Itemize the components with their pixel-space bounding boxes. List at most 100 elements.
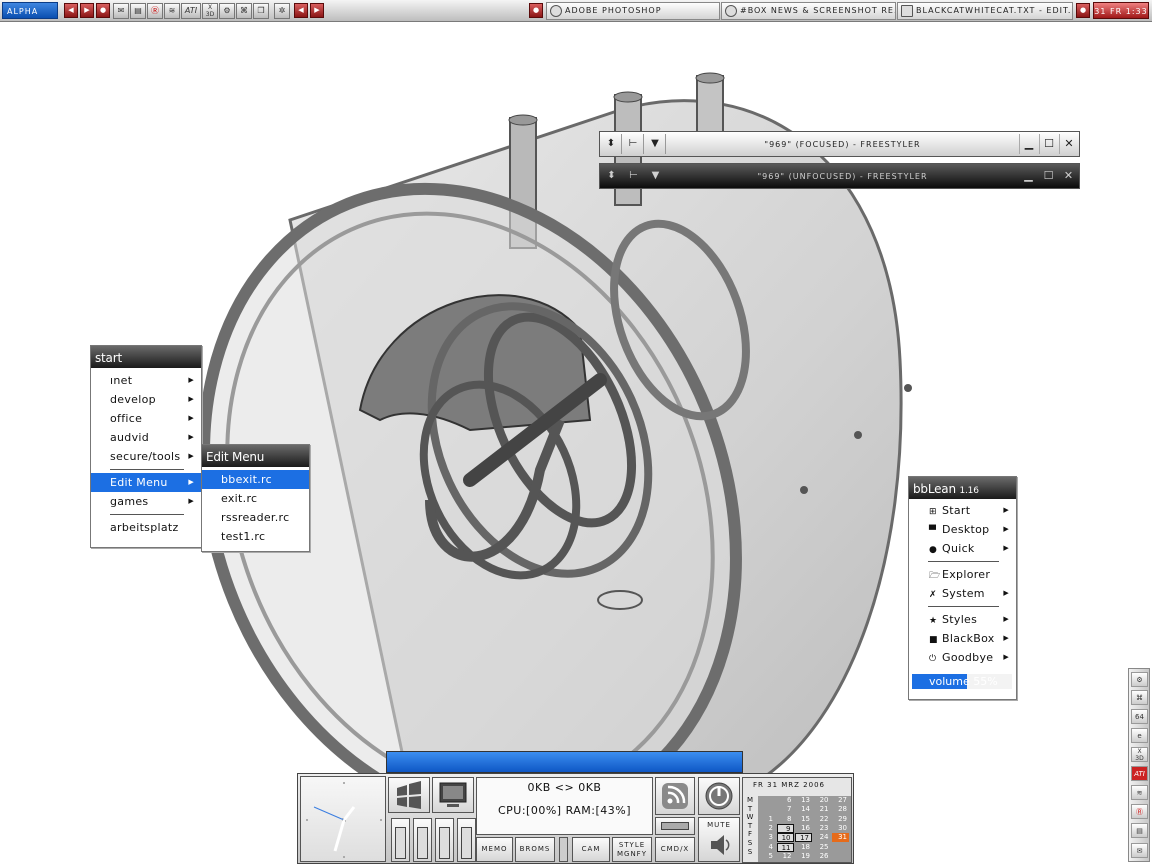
menu-title[interactable]: start bbox=[91, 346, 201, 368]
mute-button[interactable]: MUTE bbox=[698, 817, 740, 862]
ati-icon[interactable]: ATI bbox=[181, 3, 201, 19]
close-button[interactable]: ✕ bbox=[1059, 166, 1079, 186]
menu-title[interactable]: bbLean 1.16 bbox=[909, 477, 1016, 499]
menu-item-audvid[interactable]: audvid ▶ bbox=[91, 428, 201, 447]
avira-icon[interactable]: Ⓡ bbox=[1131, 804, 1148, 819]
menu-item-rssreader[interactable]: rssreader.rc bbox=[202, 508, 309, 527]
menu-title[interactable]: Edit Menu bbox=[202, 445, 309, 467]
calendar-day-cell[interactable]: 9 bbox=[776, 823, 794, 833]
calendar-day-cell[interactable]: 2 bbox=[758, 824, 775, 833]
mail-icon[interactable]: ✉ bbox=[113, 3, 129, 19]
xgl-3d-icon[interactable]: X 3D bbox=[1131, 747, 1148, 762]
calendar-day-cell[interactable]: 27 bbox=[832, 796, 849, 805]
chevron-down-icon[interactable]: ▼ bbox=[646, 134, 666, 154]
chart-icon[interactable]: ≋ bbox=[164, 3, 180, 19]
style-mgnfy-button[interactable]: STYLE MGNFY bbox=[612, 837, 652, 862]
clock-menu-button[interactable]: ● bbox=[1076, 3, 1090, 18]
minimize-button[interactable]: ▁ bbox=[1019, 166, 1039, 186]
menu-item-inet[interactable]: ınet ▶ bbox=[91, 371, 201, 390]
ie-icon[interactable]: e bbox=[1131, 728, 1148, 743]
calendar[interactable]: FR 31 MRZ 2006 M T W T F S S 1 2 3 4 5 6 7 8 9 10… bbox=[742, 777, 852, 863]
64-icon[interactable]: 64 bbox=[1131, 709, 1148, 724]
prev-workspace-button[interactable]: ◀ bbox=[64, 3, 78, 18]
menu-item-exit[interactable]: exit.rc bbox=[202, 489, 309, 508]
menu-item-develop[interactable]: develop ▶ bbox=[91, 390, 201, 409]
calendar-day-cell[interactable]: 28 bbox=[832, 805, 849, 814]
volume-slider[interactable]: volume 55% bbox=[912, 674, 1012, 689]
calendar-day-cell[interactable]: 3 bbox=[758, 833, 775, 842]
minimize-button[interactable]: ▁ bbox=[1019, 134, 1039, 154]
calendar-day-cell[interactable]: 13 bbox=[795, 796, 812, 805]
gear-icon[interactable]: ✲ bbox=[274, 3, 290, 19]
menu-item-office[interactable]: office ▶ bbox=[91, 409, 201, 428]
tray-prev-button[interactable]: ◀ bbox=[294, 3, 308, 18]
windows-flag-icon[interactable] bbox=[388, 777, 430, 813]
broms-button[interactable]: BROMS bbox=[515, 837, 555, 862]
calendar-day-cell[interactable]: 16 bbox=[795, 824, 812, 833]
close-button[interactable]: ✕ bbox=[1059, 134, 1079, 154]
memo-button[interactable]: MEMO bbox=[476, 837, 513, 862]
calendar-day-cell[interactable]: 15 bbox=[795, 815, 812, 824]
menu-item-explorer[interactable]: 🗁 Explorer bbox=[909, 565, 1016, 584]
calendar-day-cell[interactable]: 30 bbox=[832, 824, 849, 833]
menu-item-quick[interactable]: ● Quick ▶ bbox=[909, 539, 1016, 558]
rss-icon[interactable] bbox=[655, 777, 695, 815]
chevron-down-icon[interactable]: ▼ bbox=[646, 166, 666, 186]
calendar-day-cell[interactable]: 4 bbox=[758, 843, 775, 852]
monitor-icon[interactable] bbox=[432, 777, 474, 813]
chart-icon[interactable]: ≋ bbox=[1131, 785, 1148, 800]
freestyler-window-focused[interactable]: ⬍ ⊢ ▼ "969" (FOCUSED) - FREESTYLER ▁ ☐ ✕ bbox=[599, 131, 1080, 157]
calendar-day-cell[interactable]: 26 bbox=[814, 852, 831, 861]
menu-item-goodbye[interactable]: ⏻ Goodbye ▶ bbox=[909, 648, 1016, 667]
menu-item-games[interactable]: games ▶ bbox=[91, 492, 201, 511]
menu-item-styles[interactable]: ★ Styles ▶ bbox=[909, 610, 1016, 629]
calendar-day-cell[interactable]: 8 bbox=[777, 815, 794, 824]
menu-item-test1[interactable]: test1.rc bbox=[202, 527, 309, 546]
tray-next-button[interactable]: ▶ bbox=[310, 3, 324, 18]
cmd-x-button[interactable]: CMD/X bbox=[655, 837, 695, 862]
calendar-day-cell[interactable]: 5 bbox=[758, 852, 775, 861]
save-icon[interactable]: ▤ bbox=[130, 3, 146, 19]
freestyler-window-unfocused[interactable]: ⬍ ⊢ ▼ "969" (UNFOCUSED) - FREESTYLER ▁ ☐… bbox=[599, 163, 1080, 189]
calendar-day-cell[interactable]: 14 bbox=[795, 805, 812, 814]
maximize-button[interactable]: ☐ bbox=[1039, 134, 1059, 154]
window-menu-button[interactable]: ⬍ bbox=[602, 134, 622, 154]
menu-item-bbexit[interactable]: bbexit.rc bbox=[202, 470, 309, 489]
menu-item-system[interactable]: ✗ System ▶ bbox=[909, 584, 1016, 603]
maximize-button[interactable]: ☐ bbox=[1039, 166, 1059, 186]
windows-icon[interactable]: ❒ bbox=[253, 3, 269, 19]
tasks-menu-button[interactable]: ● bbox=[529, 3, 543, 18]
calendar-day-cell[interactable]: 23 bbox=[814, 824, 831, 833]
network-icon[interactable]: ⌘ bbox=[236, 3, 252, 19]
xgl-3d-icon[interactable]: X 3D bbox=[202, 3, 218, 19]
calendar-day-cell[interactable]: 17 bbox=[795, 833, 812, 843]
task-editor[interactable]: BLACKCATWHITECAT.TXT - EDIT... bbox=[897, 2, 1073, 20]
clock[interactable]: 31 FR 1:33 bbox=[1093, 2, 1149, 19]
avira-icon[interactable]: Ⓡ bbox=[147, 3, 163, 19]
window-menu-button[interactable]: ⬍ bbox=[602, 166, 622, 186]
menu-item-blackbox[interactable]: ■ BlackBox ▶ bbox=[909, 629, 1016, 648]
calendar-day-cell[interactable]: 11 bbox=[776, 842, 794, 852]
mail-icon[interactable]: ✉ bbox=[1131, 843, 1148, 858]
network-icon[interactable]: ⌘ bbox=[1131, 690, 1148, 705]
keyboard-icon[interactable] bbox=[655, 817, 695, 835]
calendar-day-cell[interactable]: 18 bbox=[795, 843, 812, 852]
calendar-day-cell[interactable]: 1 bbox=[758, 815, 775, 824]
cam-button[interactable]: CAM bbox=[572, 837, 610, 862]
calendar-day-cell[interactable]: 20 bbox=[814, 796, 831, 805]
calendar-day-cell[interactable]: 24 bbox=[814, 833, 831, 842]
task-photoshop[interactable]: ADOBE PHOTOSHOP bbox=[546, 2, 720, 20]
calendar-day-cell[interactable]: 6 bbox=[777, 796, 794, 805]
menu-item-arbeitsplatz[interactable]: arbeitsplatz bbox=[91, 518, 201, 537]
save-icon[interactable]: ▤ bbox=[1131, 823, 1148, 838]
task-box-news[interactable]: #BOX NEWS & SCREENSHOT RE... bbox=[721, 2, 896, 20]
menu-item-start[interactable]: ⊞ Start ▶ bbox=[909, 501, 1016, 520]
calendar-day-cell[interactable]: 12 bbox=[777, 852, 794, 861]
calendar-day-cell[interactable]: 10 bbox=[776, 833, 794, 843]
calendar-day-cell[interactable]: 25 bbox=[814, 843, 831, 852]
calendar-day-cell[interactable]: 19 bbox=[795, 852, 812, 861]
broms-slider[interactable] bbox=[559, 837, 568, 862]
next-workspace-button[interactable]: ▶ bbox=[80, 3, 94, 18]
menu-item-desktop[interactable]: ▀ Desktop ▶ bbox=[909, 520, 1016, 539]
calendar-day-cell[interactable]: 22 bbox=[814, 815, 831, 824]
